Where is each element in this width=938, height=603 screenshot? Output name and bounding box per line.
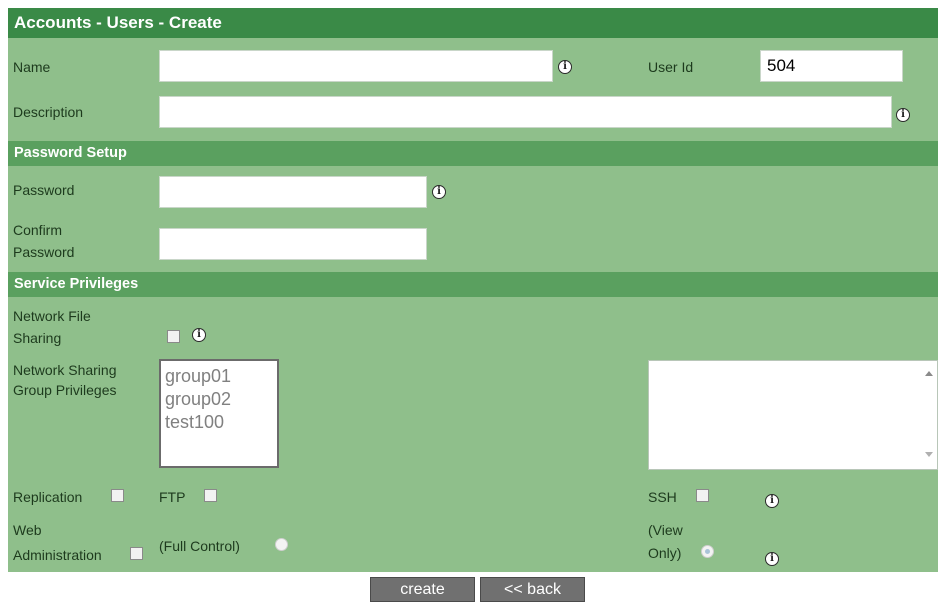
name-input[interactable] (159, 50, 553, 82)
full-control-radio[interactable] (275, 538, 288, 551)
nfs-label-line1: Network File (13, 308, 91, 324)
confirm-password-label-line1: Confirm (13, 222, 63, 238)
ssh-info-icon[interactable]: i (765, 494, 779, 508)
selected-groups-textarea[interactable] (648, 360, 938, 470)
group-option[interactable]: test100 (165, 411, 273, 434)
user-create-form: Accounts - Users - Create Name i User Id… (8, 8, 938, 572)
webadmin-label-line1: Web (13, 522, 42, 538)
description-label: Description (13, 104, 84, 120)
view-only-label-line2: Only) (648, 545, 682, 561)
scroll-up-arrow-icon[interactable] (925, 371, 933, 376)
name-label: Name (13, 59, 51, 75)
nfs-label-line2: Sharing (13, 330, 62, 346)
ftp-label: FTP (159, 489, 186, 505)
group-privileges-label-line1: Network Sharing (13, 362, 117, 378)
webadmin-info-icon[interactable]: i (765, 552, 779, 566)
group-listbox[interactable]: group01 group02 test100 (159, 359, 279, 468)
group-option[interactable]: group01 (165, 365, 273, 388)
name-info-icon[interactable]: i (558, 60, 572, 74)
nfs-checkbox[interactable] (167, 330, 180, 343)
webadmin-checkbox[interactable] (130, 547, 143, 560)
userid-label: User Id (648, 59, 694, 75)
password-label: Password (13, 182, 75, 198)
create-button[interactable]: create (370, 577, 475, 602)
view-only-radio[interactable] (701, 545, 714, 558)
password-setup-header: Password Setup (8, 141, 938, 166)
group-option[interactable]: group02 (165, 388, 273, 411)
ssh-checkbox[interactable] (696, 489, 709, 502)
confirm-password-label-line2: Password (13, 244, 75, 260)
page-title: Accounts - Users - Create (8, 8, 938, 38)
userid-input[interactable] (760, 50, 903, 82)
view-only-label-line1: (View (648, 522, 683, 538)
nfs-info-icon[interactable]: i (192, 328, 206, 342)
scroll-down-arrow-icon[interactable] (925, 452, 933, 457)
back-button[interactable]: << back (480, 577, 585, 602)
group-privileges-label-line2: Group Privileges (13, 382, 117, 398)
ssh-label: SSH (648, 489, 677, 505)
ftp-checkbox[interactable] (204, 489, 217, 502)
password-info-icon[interactable]: i (432, 185, 446, 199)
replication-label: Replication (13, 489, 83, 505)
full-control-label: (Full Control) (159, 538, 240, 554)
webadmin-label-line2: Administration (13, 547, 102, 563)
confirm-password-input[interactable] (159, 228, 427, 260)
description-info-icon[interactable]: i (896, 108, 910, 122)
password-input[interactable] (159, 176, 427, 208)
replication-checkbox[interactable] (111, 489, 124, 502)
service-privileges-header: Service Privileges (8, 272, 938, 297)
description-input[interactable] (159, 96, 892, 128)
